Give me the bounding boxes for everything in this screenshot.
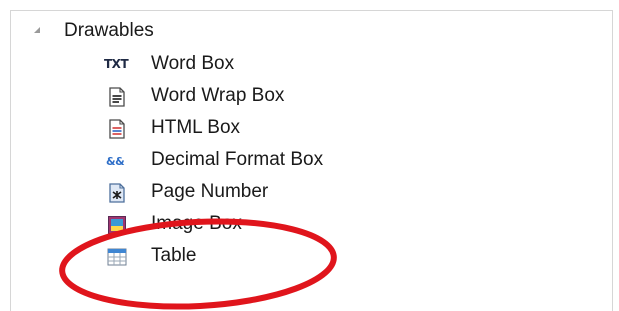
palette-item-page-number[interactable]: Page Number <box>11 177 612 209</box>
decimal-format-icon-text: && <box>106 155 125 168</box>
item-label: Table <box>151 245 197 266</box>
palette-item-html-box[interactable]: HTML Box <box>11 113 612 145</box>
txt-icon-text: TXT <box>104 57 129 71</box>
item-label: Image Box <box>151 213 242 234</box>
item-label: Decimal Format Box <box>151 149 324 170</box>
html-box-icon <box>106 118 128 140</box>
image-box-icon <box>106 214 128 236</box>
palette-item-word-wrap-box[interactable]: Word Wrap Box <box>11 81 612 113</box>
palette-item-decimal-format-box[interactable]: && Decimal Format Box <box>11 145 612 177</box>
category-label: Drawables <box>64 20 154 41</box>
item-label: Word Wrap Box <box>151 85 285 106</box>
page-number-icon <box>106 182 128 204</box>
item-label: Page Number <box>151 181 269 202</box>
palette-item-table[interactable]: Table <box>11 241 612 273</box>
table-icon <box>106 246 128 268</box>
palette-item-image-box[interactable]: Image Box <box>11 209 612 241</box>
collapse-arrow-icon[interactable] <box>34 27 40 33</box>
decimal-format-icon: && <box>106 150 128 172</box>
txt-icon: TXT <box>104 54 129 76</box>
palette-item-word-box[interactable]: TXT Word Box <box>11 49 612 81</box>
item-label: HTML Box <box>151 117 241 138</box>
item-label: Word Box <box>151 53 235 74</box>
word-wrap-icon <box>106 86 128 108</box>
drawables-palette: Drawables TXT Word Box Word Wrap Box HTM… <box>10 10 613 311</box>
drawables-category[interactable]: Drawables <box>11 17 612 47</box>
